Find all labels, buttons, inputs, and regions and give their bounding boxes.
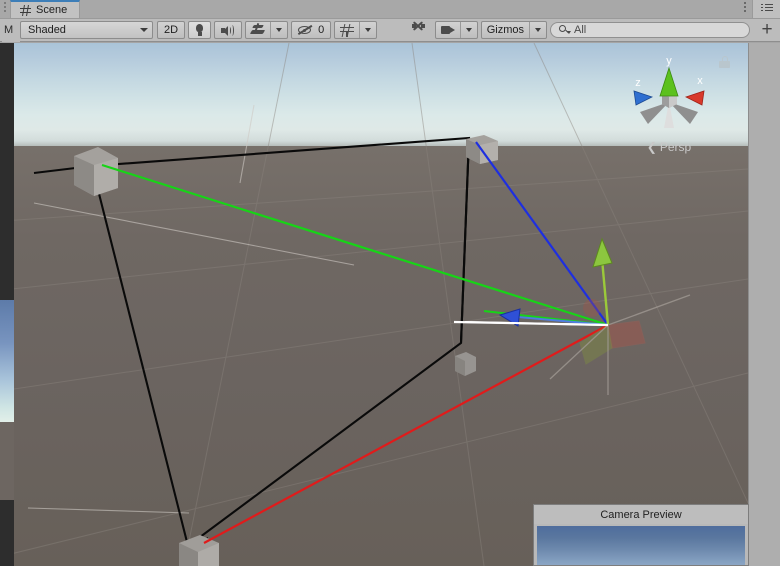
projection-mode-label[interactable]: ❮ Persp: [626, 140, 712, 154]
right-dock-edge: [748, 43, 780, 566]
chevron-down-icon: [276, 28, 283, 32]
gizmo-plane-x: [607, 320, 646, 349]
effects-dropdown-arrow[interactable]: [270, 22, 287, 38]
green-direction-line: [101, 163, 609, 327]
tab-scene-label: Scene: [36, 4, 68, 16]
toggle-effects-button[interactable]: [246, 22, 270, 38]
scene-tools-button[interactable]: [406, 20, 432, 39]
effects-icon: [249, 22, 266, 36]
speaker-icon: [221, 24, 235, 36]
frustum-corner-cube-bottom-left: [179, 535, 219, 566]
frustum-corner-cube-center: [455, 352, 476, 376]
chevron-down-icon: [365, 28, 372, 32]
chevron-left-icon: ❮: [646, 140, 657, 154]
chevron-down-icon: [465, 28, 472, 32]
gizmo-axis-y-line: [600, 258, 610, 326]
hidden-objects-button[interactable]: 0: [291, 21, 332, 39]
camera-preview-panel[interactable]: Camera Preview: [533, 504, 749, 566]
orientation-gizmo[interactable]: y x z ❮ Persp: [626, 50, 730, 154]
chevron-down-icon: [140, 28, 148, 32]
scene-toolbar: M Shaded 2D 0 Gizmos All +: [0, 18, 780, 42]
scene-render-area[interactable]: y x z ❮ Persp: [14, 43, 748, 566]
effects-dropdown-group[interactable]: [245, 21, 289, 39]
grid-dropdown-arrow[interactable]: [359, 22, 376, 38]
scene-camera-icon: [440, 25, 455, 35]
gizmos-label: Gizmos: [486, 24, 524, 36]
scene-camera-dropdown-arrow[interactable]: [459, 22, 477, 38]
dock-grip-icon[interactable]: [0, 0, 10, 18]
eye-slash-icon: [297, 24, 315, 36]
draw-mode-dropdown[interactable]: Shaded: [20, 21, 153, 39]
list-icon: [760, 3, 773, 13]
toggle-audio-button[interactable]: [214, 21, 243, 39]
add-component-button[interactable]: +: [756, 19, 778, 42]
gizmo-axis-y-arrow: [592, 237, 613, 268]
search-input[interactable]: All: [550, 22, 750, 38]
scene-viewport[interactable]: y x z ❮ Persp Camera Preview: [0, 43, 780, 566]
lightbulb-icon: [195, 23, 204, 37]
gizmo-rotate-handle: [583, 299, 601, 317]
adjacent-pane-header[interactable]: [752, 0, 780, 18]
chevron-down-icon: [535, 28, 541, 32]
search-icon: [559, 24, 571, 36]
gizmo-axis-y-label: y: [666, 55, 672, 67]
lock-icon[interactable]: [719, 56, 730, 68]
mode-prefix-label: M: [2, 18, 20, 42]
two-d-label: 2D: [164, 24, 179, 36]
gizmos-dropdown-arrow[interactable]: [529, 22, 546, 38]
camera-origin-gizmo: [453, 237, 691, 395]
orientation-gizmo-axes[interactable]: y x z: [626, 50, 712, 142]
grid-visibility-icon: [340, 23, 355, 37]
hidden-objects-count: 0: [318, 24, 325, 36]
left-edge-sky: [0, 300, 14, 422]
left-edge-dark-lower: [0, 500, 14, 566]
tab-scene[interactable]: Scene: [10, 0, 81, 18]
scene-tabbar: Scene: [0, 0, 780, 19]
gizmo-y-cone: [659, 66, 679, 97]
scene-camera-group[interactable]: [434, 21, 478, 39]
gizmo-axis-z-label: z: [635, 77, 641, 89]
draw-mode-label: Shaded: [28, 24, 66, 36]
frustum-far-edges: [33, 165, 209, 547]
grid-visibility-group[interactable]: [334, 21, 378, 39]
camera-preview-title: Camera Preview: [534, 505, 748, 524]
toggle-lighting-button[interactable]: [188, 21, 212, 39]
search-placeholder: All: [574, 24, 587, 36]
camera-direction-lines: [101, 141, 609, 544]
left-dock-edge: [0, 43, 14, 566]
toggle-grid-button[interactable]: [335, 22, 359, 38]
gizmo-x-cone: [684, 90, 705, 106]
camera-preview-render: [537, 526, 745, 565]
scene-tools-icon: [411, 20, 426, 37]
gizmo-z-cone: [633, 90, 654, 106]
add-label: +: [761, 19, 773, 40]
hash-grid-icon: [20, 4, 31, 16]
toggle-2d-button[interactable]: 2D: [157, 21, 186, 39]
kebab-menu-icon[interactable]: [738, 0, 752, 18]
scene-camera-button[interactable]: [436, 22, 460, 38]
gizmo-axis-x-label: x: [697, 75, 703, 87]
camera-frustum: [90, 136, 471, 548]
frustum-corner-cube-top-left: [74, 147, 118, 196]
unity-editor-window: Scene M Shaded 2D 0 Gizmos All + y x z ❮…: [0, 0, 780, 566]
gizmos-toggle-button[interactable]: Gizmos: [482, 22, 529, 38]
tab-adjacent[interactable]: [80, 0, 119, 18]
gizmos-group[interactable]: Gizmos: [480, 21, 547, 39]
blue-direction-line: [475, 141, 609, 326]
left-edge-ground: [0, 422, 14, 500]
